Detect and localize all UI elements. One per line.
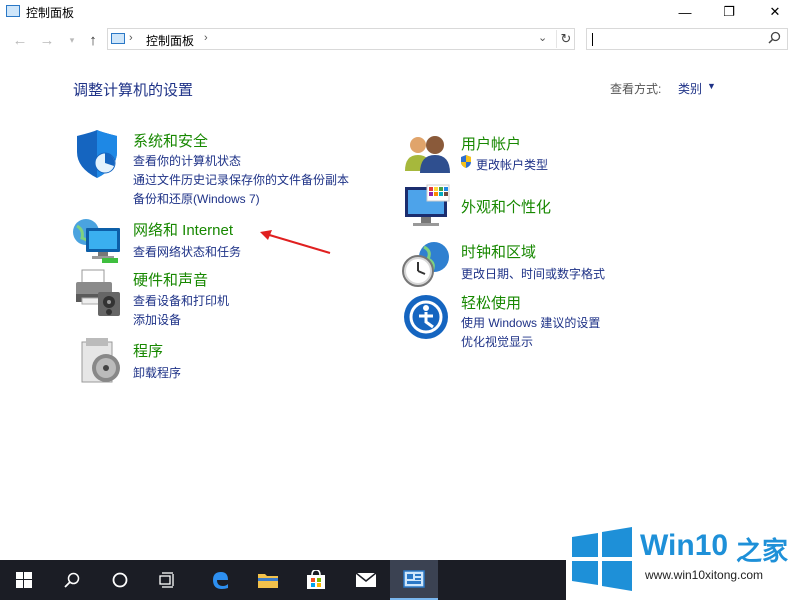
task-view-icon[interactable] bbox=[144, 560, 192, 600]
category-network-internet[interactable]: 网络和 Internet bbox=[133, 219, 233, 240]
link-devices-printers[interactable]: 查看设备和打印机 bbox=[133, 292, 229, 309]
maximize-button[interactable]: ❐ bbox=[706, 0, 752, 24]
monitor-icon[interactable] bbox=[403, 183, 453, 233]
watermark-url: www.win10xitong.com bbox=[645, 568, 764, 582]
control-panel-icon bbox=[403, 570, 425, 588]
clock-globe-icon[interactable] bbox=[402, 239, 452, 289]
breadcrumb-control-panel[interactable]: 控制面板 bbox=[146, 32, 194, 49]
ease-of-access-icon[interactable] bbox=[403, 294, 453, 344]
address-dropdown-icon[interactable]: ⌄ bbox=[538, 31, 547, 44]
close-button[interactable]: ✕ bbox=[752, 0, 798, 24]
breadcrumb-separator[interactable]: › bbox=[204, 32, 208, 44]
printer-icon[interactable] bbox=[74, 268, 124, 318]
windows-logo-icon bbox=[570, 527, 634, 594]
search-input[interactable] bbox=[586, 28, 788, 50]
link-change-account-type[interactable]: 更改帐户类型 bbox=[476, 156, 548, 173]
minimize-button[interactable]: — bbox=[662, 0, 708, 24]
chevron-down-icon: ▾ bbox=[69, 34, 75, 45]
refresh-icon[interactable]: ↻ bbox=[556, 30, 575, 48]
arrow-up-icon: ↑ bbox=[89, 31, 97, 49]
windows-start-icon[interactable] bbox=[0, 560, 48, 600]
network-icon[interactable] bbox=[72, 214, 122, 264]
category-programs[interactable]: 程序 bbox=[133, 340, 163, 361]
cortana-icon[interactable] bbox=[96, 560, 144, 600]
search-icon[interactable] bbox=[768, 31, 781, 47]
watermark-brand-cn: 之家 bbox=[736, 537, 789, 567]
page-heading: 调整计算机的设置 bbox=[73, 82, 194, 99]
arrow-left-icon: ← bbox=[12, 31, 28, 49]
category-hardware-sound[interactable]: 硬件和声音 bbox=[133, 269, 208, 290]
link-file-history[interactable]: 通过文件历史记录保存你的文件备份副本 bbox=[133, 171, 349, 188]
view-by-label: 查看方式: bbox=[610, 82, 662, 96]
link-network-status[interactable]: 查看网络状态和任务 bbox=[133, 243, 241, 260]
store-icon[interactable] bbox=[292, 560, 340, 600]
link-windows-recommended-settings[interactable]: 使用 Windows 建议的设置 bbox=[461, 314, 600, 331]
programs-icon[interactable] bbox=[80, 338, 130, 388]
annotation-arrow-icon bbox=[260, 230, 331, 254]
shield-icon[interactable] bbox=[73, 130, 123, 180]
category-system-security[interactable]: 系统和安全 bbox=[133, 130, 208, 151]
control-panel-app-icon bbox=[6, 5, 20, 17]
uac-shield-icon bbox=[460, 155, 472, 168]
control-panel-small-icon bbox=[111, 33, 125, 44]
link-change-date-time-format[interactable]: 更改日期、时间或数字格式 bbox=[461, 265, 605, 282]
edge-icon[interactable] bbox=[196, 560, 244, 600]
arrow-right-icon: → bbox=[39, 31, 55, 49]
window-title: 控制面板 bbox=[26, 6, 75, 20]
up-button[interactable]: ↑ bbox=[83, 30, 103, 50]
breadcrumb-separator[interactable]: › bbox=[129, 32, 133, 44]
category-ease-of-access[interactable]: 轻松使用 bbox=[461, 292, 521, 313]
watermark: Win10 之家 www.win10xitong.com bbox=[566, 527, 800, 600]
watermark-brand: Win10 bbox=[640, 529, 729, 562]
users-icon[interactable] bbox=[403, 133, 453, 183]
link-backup-restore[interactable]: 备份和还原(Windows 7) bbox=[133, 190, 260, 207]
control-panel-taskbar-button[interactable] bbox=[390, 560, 438, 600]
view-by-chevron-icon[interactable]: ▼ bbox=[707, 81, 716, 91]
forward-button[interactable]: → bbox=[37, 30, 57, 50]
back-button[interactable]: ← bbox=[10, 30, 30, 50]
category-appearance-personalization[interactable]: 外观和个性化 bbox=[461, 196, 551, 217]
category-clock-region[interactable]: 时钟和区域 bbox=[461, 241, 536, 262]
view-by-dropdown[interactable]: 类别 bbox=[678, 80, 702, 97]
file-explorer-icon[interactable] bbox=[244, 560, 292, 600]
link-view-computer-status[interactable]: 查看你的计算机状态 bbox=[133, 152, 241, 169]
recent-locations-button[interactable]: ▾ bbox=[62, 30, 82, 50]
mail-icon[interactable] bbox=[342, 560, 390, 600]
address-bar[interactable]: › 控制面板 › ⌄ ↻ bbox=[107, 28, 575, 50]
link-uninstall-program[interactable]: 卸载程序 bbox=[133, 364, 181, 381]
text-caret bbox=[592, 33, 593, 46]
link-optimize-visual-display[interactable]: 优化视觉显示 bbox=[461, 333, 533, 350]
category-user-accounts[interactable]: 用户帐户 bbox=[461, 133, 521, 154]
search-icon[interactable] bbox=[48, 560, 96, 600]
link-add-device[interactable]: 添加设备 bbox=[133, 311, 181, 328]
